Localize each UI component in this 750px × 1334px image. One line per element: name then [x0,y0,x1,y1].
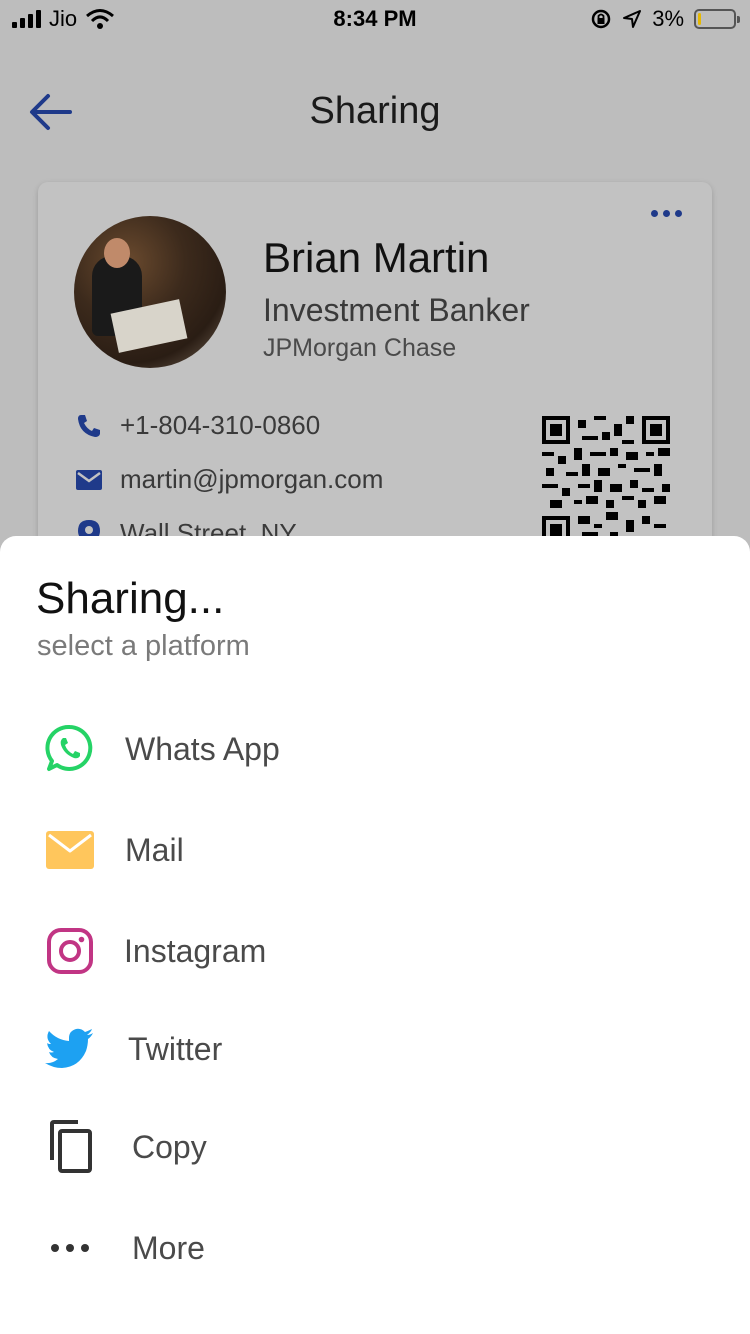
copy-icon [44,1120,96,1173]
header: Sharing [0,70,750,154]
option-copy[interactable]: Copy [0,1107,750,1187]
share-sheet: Sharing... select a platform Whats App M… [0,536,750,1334]
email-row[interactable]: martin@jpmorgan.com [74,464,383,495]
option-label: Mail [125,831,184,868]
status-right: 3% [590,6,740,32]
mail-icon [44,824,96,876]
option-whatsapp[interactable]: Whats App [0,709,750,789]
battery-level [698,13,701,25]
dot [651,210,658,217]
card-company: JPMorgan Chase [263,334,457,362]
card-more-button[interactable] [651,210,682,217]
card-name: Brian Martin [263,234,490,281]
location-arrow-icon [623,10,642,28]
avatar [74,216,226,368]
dot [663,210,670,217]
option-more[interactable]: More [0,1208,750,1288]
email-text: martin@jpmorgan.com [120,464,384,494]
avatar-face [104,238,130,268]
orientation-lock-icon [591,9,611,29]
phone-row[interactable]: +1-804-310-0860 [74,410,320,441]
option-twitter[interactable]: Twitter [0,1009,750,1089]
dot [675,210,682,217]
option-label: Copy [132,1128,207,1165]
card-role: Investment Banker [263,292,530,328]
battery-percent: 3% [652,6,684,31]
whatsapp-icon [44,723,96,775]
option-label: Whats App [125,730,280,767]
qr-code[interactable] [542,416,670,544]
phone-text: +1-804-310-0860 [120,410,321,440]
battery-icon [694,9,740,29]
sheet-title: Sharing... [36,574,225,623]
instagram-icon [44,925,96,977]
status-bar: Jio 8:34 PM 3% [0,0,750,40]
option-instagram[interactable]: Instagram [0,911,750,991]
option-label: Twitter [128,1030,223,1067]
page-title: Sharing [309,90,441,132]
email-icon [74,465,104,495]
option-label: More [132,1229,205,1266]
twitter-icon [44,1023,96,1075]
sheet-subtitle: select a platform [37,630,250,662]
more-dots-icon [44,1222,96,1274]
option-mail[interactable]: Mail [0,810,750,890]
phone-icon [74,411,104,441]
option-label: Instagram [124,932,267,969]
